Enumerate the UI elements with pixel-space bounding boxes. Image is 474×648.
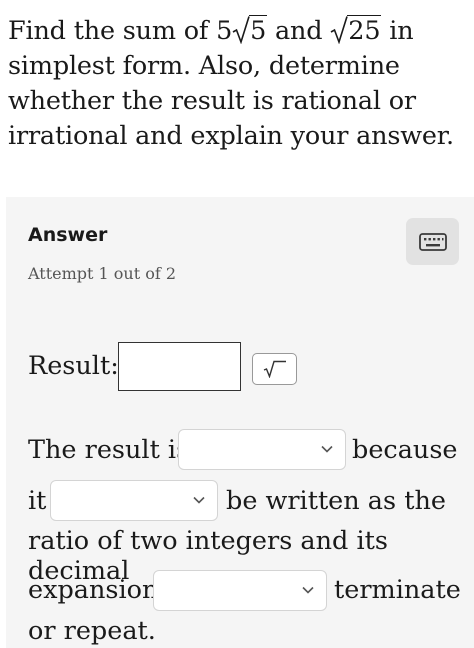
question-text: Find the sum of 55 and 25 in simplest fo…	[8, 14, 470, 154]
line1-suffix: because	[352, 435, 458, 465]
can-cannot-dropdown[interactable]	[50, 480, 218, 521]
result-label: Result:	[28, 351, 119, 381]
question-part1: Find the sum of	[8, 16, 217, 46]
radical-sign-icon	[232, 16, 250, 44]
attempt-counter: Attempt 1 out of 2	[28, 264, 177, 283]
radicand-25: 25	[347, 15, 382, 46]
rational-dropdown[interactable]	[178, 429, 346, 470]
radical-25: 25	[330, 14, 382, 49]
square-root-button[interactable]	[252, 353, 297, 385]
coefficient: 5	[216, 16, 233, 46]
keyboard-button[interactable]	[406, 218, 459, 265]
result-input[interactable]	[118, 342, 241, 391]
keyboard-icon	[418, 232, 447, 251]
answer-panel: Answer Attempt 1 out of 2 Result: The re…	[6, 197, 474, 648]
radicand-5: 5	[249, 15, 268, 46]
line5-text: or repeat.	[28, 616, 156, 646]
radical-5: 5	[232, 14, 268, 49]
answer-title: Answer	[28, 224, 108, 246]
chevron-down-icon	[302, 586, 314, 594]
line4-prefix: expansion	[28, 575, 159, 605]
chevron-down-icon	[193, 496, 205, 504]
line1-prefix: The result is	[28, 435, 190, 465]
chevron-down-icon	[321, 445, 333, 453]
does-does-not-dropdown[interactable]	[153, 570, 327, 611]
question-part2: and	[267, 16, 331, 46]
square-root-icon	[263, 360, 286, 378]
radical-sign-icon	[330, 16, 349, 44]
line2-prefix: it	[28, 486, 47, 516]
line4-suffix: terminate	[334, 575, 461, 605]
line2-suffix: be written as the	[226, 486, 446, 516]
